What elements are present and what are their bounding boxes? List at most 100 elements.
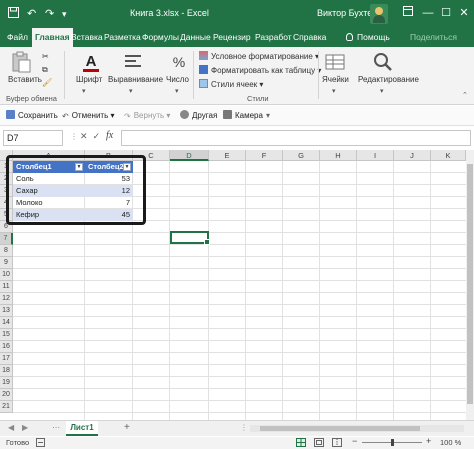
cell-styles-button[interactable]: Стили ячеек ▾: [199, 79, 263, 90]
number-button[interactable]: Число: [166, 75, 189, 84]
zoom-out-button[interactable]: −: [352, 436, 357, 446]
tab-data[interactable]: Данные: [180, 28, 211, 47]
next-sheet-icon[interactable]: ▶: [22, 423, 28, 432]
camera-button[interactable]: Камера: [223, 109, 263, 123]
cells-button[interactable]: Ячейки: [322, 75, 349, 84]
row-header[interactable]: 11: [0, 281, 13, 293]
cells-chevron-icon[interactable]: ▾: [332, 87, 336, 95]
add-sheet-button[interactable]: +: [124, 422, 130, 433]
tab-developer[interactable]: Разработ: [255, 28, 292, 47]
share-button[interactable]: Поделиться: [410, 28, 457, 47]
row-header[interactable]: 20: [0, 389, 13, 401]
paste-icon[interactable]: [10, 51, 32, 73]
row-header[interactable]: 8: [0, 245, 13, 257]
insert-function-button[interactable]: fx: [106, 130, 113, 141]
minimize-button[interactable]: —: [420, 5, 436, 21]
horizontal-scroll-thumb[interactable]: [260, 426, 420, 431]
font-chevron-icon[interactable]: ▾: [82, 87, 86, 95]
save-button[interactable]: Сохранить: [6, 109, 58, 123]
normal-view-icon[interactable]: [296, 438, 306, 449]
column-header-d[interactable]: D: [170, 150, 209, 161]
row-header[interactable]: 9: [0, 257, 13, 269]
column-header-g[interactable]: G: [283, 150, 320, 161]
tab-page-layout[interactable]: Разметка: [104, 28, 141, 47]
column-header-f[interactable]: F: [246, 150, 283, 161]
column-header-k[interactable]: K: [431, 150, 466, 161]
help-search[interactable]: Помощь: [346, 28, 390, 47]
gridline-horizontal: [13, 292, 466, 293]
tab-help[interactable]: Справка: [293, 28, 326, 47]
row-header[interactable]: 18: [0, 365, 13, 377]
formula-input[interactable]: [121, 130, 471, 146]
other-button[interactable]: Другая: [180, 109, 217, 123]
tab-review[interactable]: Рецензир: [213, 28, 251, 47]
alignment-icon[interactable]: [122, 51, 144, 73]
copy-icon[interactable]: ⧉: [42, 64, 48, 75]
editing-chevron-icon[interactable]: ▾: [380, 87, 384, 95]
tab-insert[interactable]: Вставка: [71, 28, 103, 47]
floppy-icon[interactable]: [8, 7, 19, 22]
row-header[interactable]: 7: [0, 233, 13, 245]
redo-icon[interactable]: ↷: [45, 7, 54, 21]
row-header[interactable]: 15: [0, 329, 13, 341]
font-button[interactable]: Шрифт: [76, 75, 102, 84]
ribbon-display-icon[interactable]: [400, 5, 416, 21]
conditional-formatting-button[interactable]: Условное форматирование ▾: [199, 51, 319, 62]
tab-home[interactable]: Главная: [32, 28, 73, 47]
vertical-scrollbar[interactable]: [466, 150, 474, 420]
close-button[interactable]: ✕: [456, 5, 472, 21]
format-as-table-label: Форматировать как таблицу: [211, 66, 316, 75]
tab-file[interactable]: Файл: [7, 28, 28, 47]
row-header[interactable]: 12: [0, 293, 13, 305]
vertical-scroll-thumb[interactable]: [467, 164, 473, 404]
formula-bar: D7 ⋮ ✕ ✓ fx: [0, 128, 474, 148]
undo-button[interactable]: ↶ Отменить ▾: [62, 109, 115, 123]
zoom-level[interactable]: 100 %: [440, 438, 461, 447]
row-header[interactable]: 13: [0, 305, 13, 317]
collapse-ribbon-icon[interactable]: ⌃: [462, 91, 468, 99]
redo-button[interactable]: ↷ Вернуть ▾: [124, 109, 170, 123]
tab-formulas[interactable]: Формулы: [142, 28, 179, 47]
percent-icon[interactable]: %: [168, 51, 190, 73]
page-break-icon[interactable]: [332, 438, 342, 449]
redo-icon: ↷: [124, 112, 131, 121]
row-header[interactable]: 19: [0, 377, 13, 389]
zoom-in-button[interactable]: +: [426, 436, 431, 446]
alignment-chevron-icon[interactable]: ▾: [129, 87, 133, 95]
format-as-table-button[interactable]: Форматировать как таблицу ▾: [199, 65, 321, 76]
qat-customize-icon[interactable]: ▾: [266, 109, 270, 123]
horizontal-scrollbar[interactable]: [250, 425, 464, 432]
prev-sheet-icon[interactable]: ◀: [8, 423, 14, 432]
font-icon[interactable]: A: [80, 51, 102, 73]
row-header[interactable]: 21: [0, 401, 13, 413]
name-box[interactable]: D7: [3, 130, 63, 146]
column-header-i[interactable]: I: [357, 150, 394, 161]
column-header-j[interactable]: J: [394, 150, 431, 161]
active-cell-d7[interactable]: [170, 231, 210, 245]
undo-icon[interactable]: ↶: [27, 7, 36, 21]
column-header-h[interactable]: H: [320, 150, 357, 161]
column-header-e[interactable]: E: [209, 150, 246, 161]
gridline-horizontal: [13, 256, 466, 257]
zoom-slider-handle[interactable]: [391, 439, 394, 446]
accessibility-icon[interactable]: [36, 438, 45, 449]
number-chevron-icon[interactable]: ▾: [175, 87, 179, 95]
format-painter-icon[interactable]: 🖌: [42, 77, 52, 88]
enter-icon[interactable]: ✓: [93, 131, 101, 141]
paste-button[interactable]: Вставить: [8, 75, 42, 84]
sheet-tab[interactable]: Лист1: [66, 421, 98, 436]
row-header[interactable]: 10: [0, 269, 13, 281]
alignment-button[interactable]: Выравнивание: [108, 75, 163, 84]
editing-button[interactable]: Редактирование: [358, 75, 419, 84]
qat-customize-icon[interactable]: ▾: [62, 7, 67, 21]
page-layout-icon[interactable]: [314, 438, 324, 449]
cut-icon[interactable]: ✂: [42, 51, 49, 62]
row-header[interactable]: 17: [0, 353, 13, 365]
magnifier-icon[interactable]: [372, 51, 394, 73]
cancel-icon[interactable]: ✕: [80, 131, 88, 141]
row-header[interactable]: 16: [0, 341, 13, 353]
row-header[interactable]: 14: [0, 317, 13, 329]
maximize-button[interactable]: ☐: [438, 5, 454, 21]
avatar[interactable]: [370, 4, 388, 24]
cells-icon[interactable]: [324, 51, 346, 73]
